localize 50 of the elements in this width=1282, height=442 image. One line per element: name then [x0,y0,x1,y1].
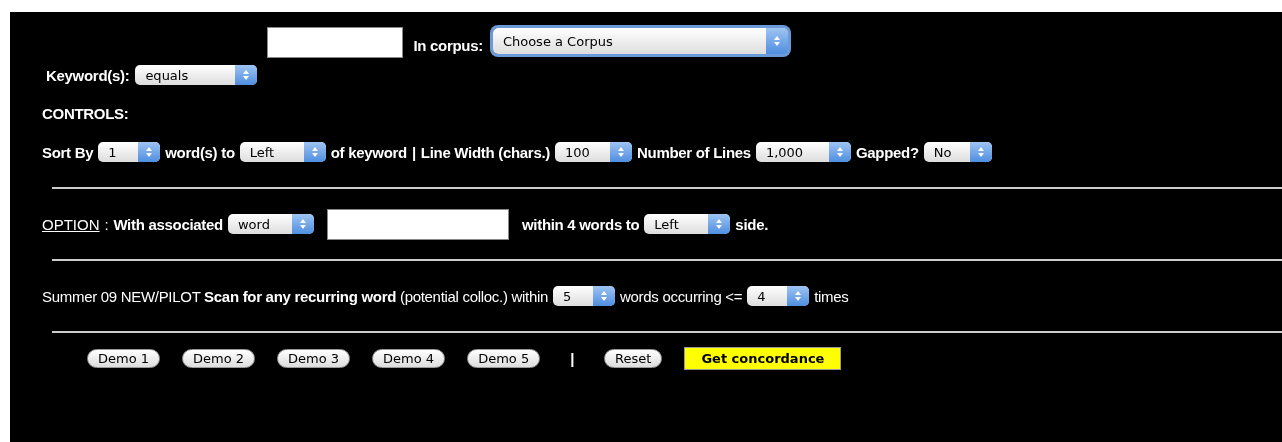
stepper-icon [708,214,731,234]
row-label: Line Width (chars.) [420,143,550,161]
dropdown-select[interactable]: Left [239,142,326,162]
stepper-icon [787,286,810,306]
keyword-label: Keyword(s): [46,66,130,84]
stepper-icon [969,142,992,162]
separator: | [570,350,575,367]
row-label: Number of Lines [637,143,751,161]
row-label: side. [735,215,769,233]
demo-button[interactable]: Demo 2 [182,349,256,368]
controls-heading: CONTROLS: [42,105,130,124]
demo-button[interactable]: Reset [604,349,663,368]
stepper-icon [303,142,326,162]
demo-button[interactable]: Demo 3 [277,349,351,368]
word-input[interactable] [326,208,509,240]
dropdown-select[interactable]: Left [644,214,731,234]
row-text: words occurring <= [620,287,743,305]
dropdown-select[interactable]: 5 [553,286,616,306]
stepper-icon [828,142,851,162]
row-text: times [814,287,849,305]
row-text: : [104,215,109,233]
dropdown-select[interactable]: 100 [555,142,632,162]
demo-button[interactable]: Demo 5 [467,349,541,368]
demo-button[interactable]: Demo 1 [87,349,161,368]
row-label: With associated [113,215,223,233]
row-label: word(s) to [165,143,235,161]
stepper-icon [765,28,788,54]
dropdown-select[interactable]: No [923,142,992,162]
demo-button[interactable]: Demo 4 [372,349,446,368]
dropdown-select[interactable]: 4 [747,286,810,306]
get-concordance-button[interactable]: Get concordance [684,347,842,370]
row-label: | [411,143,416,161]
row-text: Summer 09 NEW/PILOT Scan for any recurring word (potential colloc.) within [42,287,549,305]
row-label: of keyword [330,143,407,161]
dropdown-select[interactable]: word [227,214,314,234]
row-label: Gapped? [855,143,919,161]
stepper-icon [138,142,161,162]
row-label: within 4 words to [521,215,640,233]
option-link[interactable]: OPTION [42,215,100,233]
stepper-icon [235,65,258,85]
corpus-label: In corpus: [413,37,483,54]
row-label: Sort By [42,143,94,161]
stepper-icon [610,142,632,162]
corpus-select[interactable]: Choose a Corpus [492,28,788,54]
match-select[interactable]: equals [135,65,258,85]
keyword-input[interactable] [267,27,404,58]
stepper-icon [291,214,314,234]
stepper-icon [593,286,616,306]
dropdown-select[interactable]: 1,000 [755,142,851,162]
dropdown-select[interactable]: 1 [98,142,161,162]
